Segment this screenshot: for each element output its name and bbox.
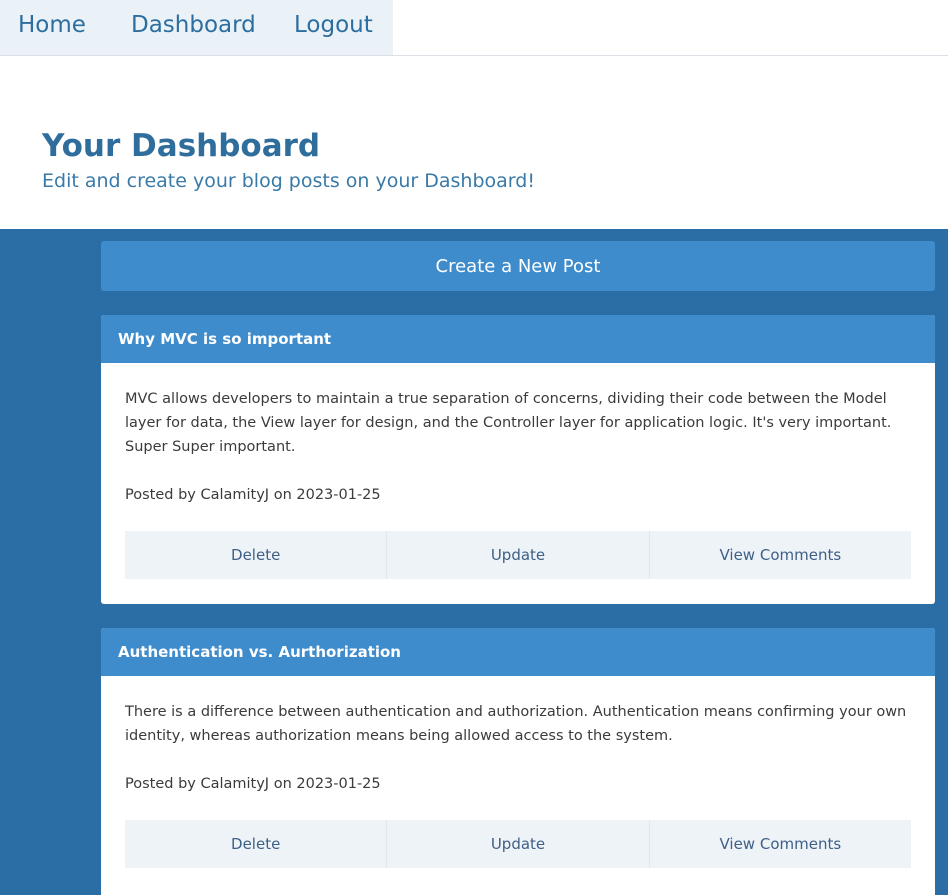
page-title: Your Dashboard — [42, 128, 321, 164]
update-button[interactable]: Update — [387, 820, 650, 868]
post-body: MVC allows developers to maintain a true… — [101, 363, 935, 579]
page-header: Your Dashboard Edit and create your blog… — [0, 56, 948, 229]
post-content: MVC allows developers to maintain a true… — [125, 391, 892, 455]
post-card: Authentication vs. Aurthorization There … — [101, 628, 935, 895]
nav-logout-link[interactable]: Logout — [294, 12, 373, 38]
post-title: Authentication vs. Aurthorization — [101, 628, 935, 676]
post-meta: Posted by CalamityJ on 2023-01-25 — [125, 487, 381, 503]
create-new-post-button[interactable]: Create a New Post — [101, 241, 935, 291]
post-meta: Posted by CalamityJ on 2023-01-25 — [125, 776, 381, 792]
post-title: Why MVC is so important — [101, 315, 935, 363]
post-actions: Delete Update View Comments — [125, 531, 911, 579]
view-comments-button[interactable]: View Comments — [650, 531, 911, 579]
top-navbar: Home Dashboard Logout — [0, 0, 948, 56]
post-content: There is a difference between authentica… — [125, 704, 907, 744]
update-button[interactable]: Update — [387, 531, 650, 579]
page-subtitle: Edit and create your blog posts on your … — [42, 170, 535, 192]
delete-button[interactable]: Delete — [125, 531, 388, 579]
post-actions: Delete Update View Comments — [125, 820, 911, 868]
delete-button[interactable]: Delete — [125, 820, 388, 868]
post-body: There is a difference between authentica… — [101, 676, 935, 868]
dashboard-content: Create a New Post Why MVC is so importan… — [0, 229, 948, 895]
nav-dashboard-link[interactable]: Dashboard — [131, 12, 256, 38]
post-card: Why MVC is so important MVC allows devel… — [101, 315, 935, 604]
nav-home-link[interactable]: Home — [18, 12, 86, 38]
view-comments-button[interactable]: View Comments — [650, 820, 911, 868]
main-navigation: Home Dashboard Logout — [0, 0, 393, 55]
